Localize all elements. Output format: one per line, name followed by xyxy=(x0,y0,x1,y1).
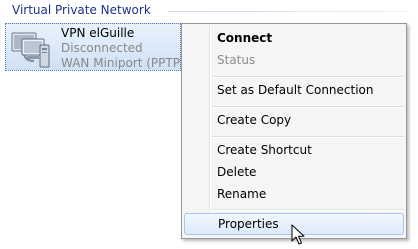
menu-item-rename[interactable]: Rename xyxy=(184,183,404,205)
menu-item-create-shortcut[interactable]: Create Shortcut xyxy=(184,139,404,161)
vpn-connection-item[interactable]: VPN elGuille Disconnected WAN Miniport (… xyxy=(5,23,185,71)
menu-item-create-copy[interactable]: Create Copy xyxy=(184,109,404,131)
connection-device: WAN Miniport (PPTP) xyxy=(61,56,185,70)
menu-item-delete[interactable]: Delete xyxy=(184,161,404,183)
vpn-connection-icon xyxy=(11,32,50,68)
connection-status: Disconnected xyxy=(61,41,143,55)
menu-item-connect[interactable]: Connect xyxy=(184,27,404,49)
menu-separator xyxy=(212,136,404,138)
menu-separator xyxy=(212,76,404,78)
menu-item-status: Status xyxy=(217,53,256,67)
menu-item-set-default[interactable]: Set as Default Connection xyxy=(184,79,404,101)
menu-separator xyxy=(212,106,404,108)
context-menu: Connect Status Set as Default Connection… xyxy=(181,23,407,239)
connection-name: VPN elGuille xyxy=(61,26,135,40)
menu-separator xyxy=(212,209,404,211)
arrow-cursor-icon xyxy=(291,224,305,245)
group-divider xyxy=(168,11,408,12)
group-header-vpn: Virtual Private Network xyxy=(12,3,151,17)
